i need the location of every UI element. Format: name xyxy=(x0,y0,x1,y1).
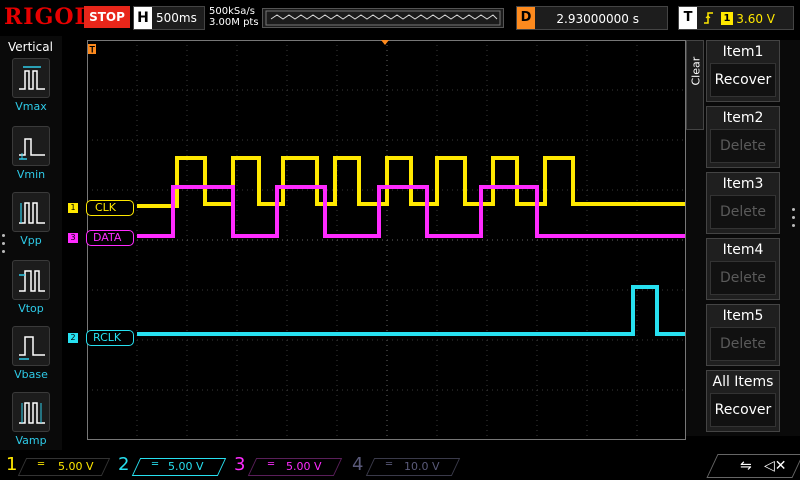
all-items-title: All Items xyxy=(712,374,774,390)
item5-delete-button[interactable]: Delete xyxy=(710,327,776,361)
timebase-box[interactable]: H 500ms xyxy=(133,6,205,30)
trigger-box[interactable]: T 1 3.60 V xyxy=(678,6,794,30)
delay-label: D xyxy=(517,7,535,29)
dc-coupling-icon: ═ xyxy=(268,459,275,470)
trigger-source: 1 xyxy=(721,12,733,25)
speaker-muted-icon[interactable]: ◁✕ xyxy=(764,458,787,474)
item4-panel: Item4 Delete xyxy=(706,238,780,300)
vtop-icon xyxy=(19,270,45,292)
vpp-icon xyxy=(19,202,45,224)
item4-delete-button[interactable]: Delete xyxy=(710,261,776,295)
ch3-name: DATA xyxy=(86,230,134,246)
ch4-scale: 10.0 V xyxy=(404,460,440,473)
ch2-name: RCLK xyxy=(86,330,134,346)
vpp-label: Vpp xyxy=(20,234,42,247)
item2-panel: Item2 Delete xyxy=(706,106,780,168)
measure-vmin-button[interactable] xyxy=(12,126,50,166)
measure-vamp-button[interactable] xyxy=(12,392,50,432)
clear-menu-panel: Clear Item1 Recover Item2 Delete Item3 D… xyxy=(686,40,800,436)
ch2-marker: 2 xyxy=(68,333,78,343)
ch3-marker: 3 xyxy=(68,233,78,243)
ch1-label-tag[interactable]: 1 CLK xyxy=(68,200,134,216)
trigger-time-marker-label: T xyxy=(90,45,96,55)
item2-title: Item2 xyxy=(722,110,764,126)
delay-box[interactable]: D 2.93000000 s xyxy=(516,6,668,30)
measure-vmax-button[interactable] xyxy=(12,58,50,98)
item3-panel: Item3 Delete xyxy=(706,172,780,234)
waveform-display: T xyxy=(87,40,687,440)
dc-coupling-icon: ═ xyxy=(386,459,393,470)
timebase-label: H xyxy=(134,7,152,29)
all-items-panel: All Items Recover xyxy=(706,370,780,432)
usb-icon: ⇋ xyxy=(740,458,752,474)
vtop-label: Vtop xyxy=(18,302,44,315)
memory-depth: 3.00M pts xyxy=(209,17,259,28)
trigger-label: T xyxy=(679,7,697,29)
menu-scroll-indicator[interactable] xyxy=(792,208,795,232)
ch3-label-tag[interactable]: 3 DATA xyxy=(68,230,134,246)
rigol-logo: RIGOL xyxy=(4,4,91,30)
clear-tab[interactable]: Clear xyxy=(686,40,704,130)
ch3-status[interactable]: 3 ═ 5.00 V xyxy=(234,454,344,478)
measure-vtop-button[interactable] xyxy=(12,260,50,300)
waveform-overview-bar xyxy=(262,8,504,28)
vamp-label: Vamp xyxy=(15,434,47,447)
measurement-panel: Vertical Vmax Vmin Vpp Vtop Vbase Vamp xyxy=(0,36,62,450)
ch2-number: 2 xyxy=(118,454,130,475)
panel-scroll-indicator[interactable] xyxy=(2,234,6,254)
clear-tab-label: Clear xyxy=(689,56,703,86)
ch1-number: 1 xyxy=(6,454,18,475)
vmax-label: Vmax xyxy=(15,100,47,113)
trigger-level: 3.60 V xyxy=(736,12,775,26)
vmax-icon xyxy=(19,66,45,90)
item3-delete-button[interactable]: Delete xyxy=(710,195,776,229)
ch2-scale: 5.00 V xyxy=(168,460,204,473)
all-items-recover-button[interactable]: Recover xyxy=(710,393,776,427)
ch2-status[interactable]: 2 ═ 5.00 V xyxy=(118,454,228,478)
vbase-label: Vbase xyxy=(14,368,48,381)
ch1-marker: 1 xyxy=(68,203,78,213)
item1-panel: Item1 Recover xyxy=(706,40,780,102)
measure-vpp-button[interactable] xyxy=(12,192,50,232)
vmin-icon xyxy=(19,138,45,160)
item4-title: Item4 xyxy=(722,242,764,258)
ch1-name: CLK xyxy=(86,200,134,216)
item1-title: Item1 xyxy=(722,44,764,60)
run-stop-status[interactable]: STOP xyxy=(84,6,130,28)
sample-rate: 500kSa/s xyxy=(209,6,255,17)
measure-vbase-button[interactable] xyxy=(12,326,50,366)
ch2-label-tag[interactable]: 2 RCLK xyxy=(68,330,134,346)
vamp-icon xyxy=(19,402,45,424)
delay-value: 2.93000000 s xyxy=(556,12,639,26)
ch1-scale: 5.00 V xyxy=(58,460,94,473)
vmin-label: Vmin xyxy=(16,168,46,181)
overview-waveform-icon xyxy=(265,10,501,26)
top-bar: RIGOL STOP H 500ms 500kSa/s 3.00M pts D … xyxy=(0,0,800,36)
ch4-number: 4 xyxy=(352,454,364,475)
item2-delete-button[interactable]: Delete xyxy=(710,129,776,163)
vbase-icon xyxy=(19,336,45,360)
ch3-number: 3 xyxy=(234,454,246,475)
dc-coupling-icon: ═ xyxy=(152,459,159,470)
item1-recover-button[interactable]: Recover xyxy=(710,63,776,97)
dc-coupling-icon: ═ xyxy=(38,459,45,470)
item5-title: Item5 xyxy=(722,308,764,324)
panel-title: Vertical xyxy=(8,40,53,54)
ch3-scale: 5.00 V xyxy=(286,460,322,473)
ch1-status[interactable]: 1 ═ 5.00 V xyxy=(6,454,111,478)
item5-panel: Item5 Delete xyxy=(706,304,780,366)
acquisition-info: 500kSa/s 3.00M pts xyxy=(209,6,259,28)
rising-edge-icon xyxy=(703,10,715,30)
ch4-status[interactable]: 4 ═ 10.0 V xyxy=(352,454,462,478)
channel-status-bar: 1 ═ 5.00 V 2 ═ 5.00 V 3 ═ 5.00 V 4 ═ 10.… xyxy=(0,452,800,480)
timebase-value: 500ms xyxy=(156,11,197,25)
item3-title: Item3 xyxy=(722,176,764,192)
